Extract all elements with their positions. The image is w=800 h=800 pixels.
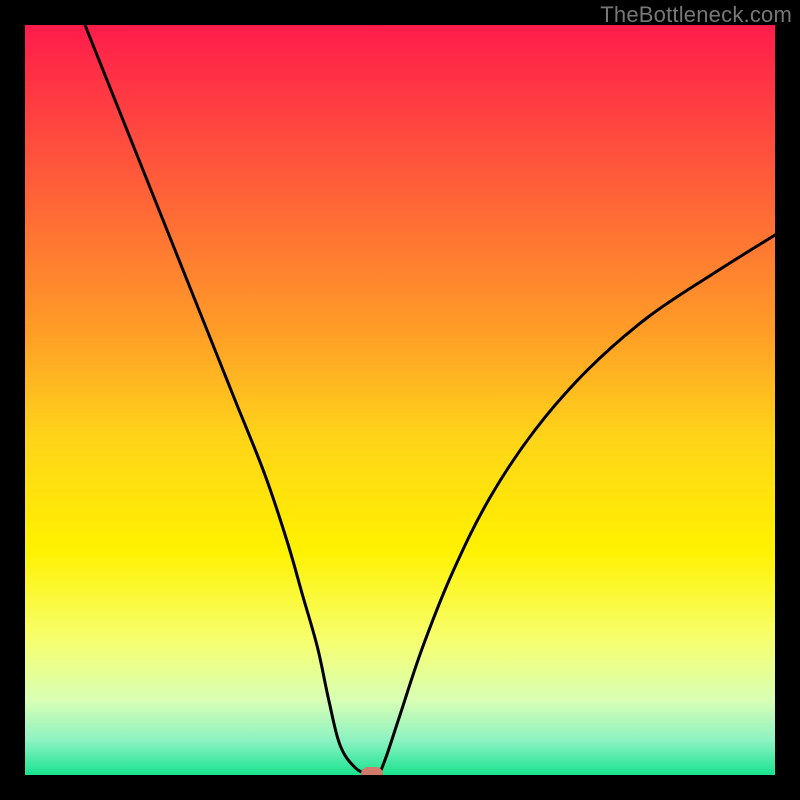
chart-frame: TheBottleneck.com bbox=[0, 0, 800, 800]
watermark-text: TheBottleneck.com bbox=[600, 2, 792, 28]
minimum-marker bbox=[361, 767, 383, 776]
bottleneck-curve bbox=[25, 25, 775, 775]
plot-area bbox=[25, 25, 775, 775]
